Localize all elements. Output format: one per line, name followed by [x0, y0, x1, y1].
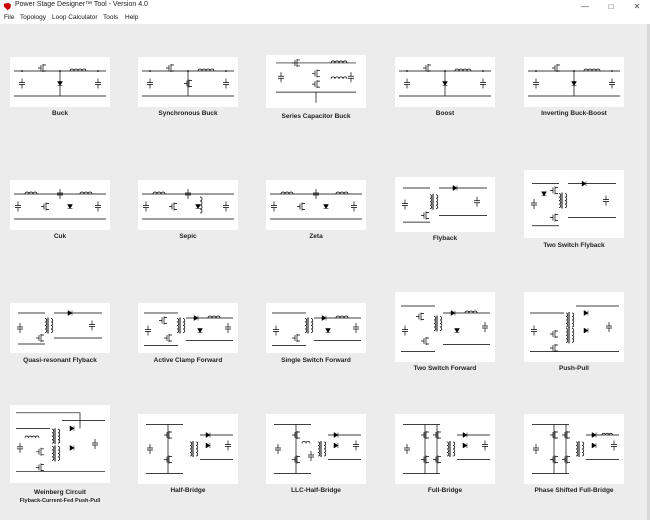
- topology-tile-two-switch-forward[interactable]: Two Switch Forward: [395, 292, 495, 372]
- topology-label[interactable]: Quasi-resonant Flyback: [0, 357, 130, 364]
- topology-label[interactable]: Zeta: [246, 233, 386, 240]
- topology-tile-active-clamp-forward[interactable]: Active Clamp Forward: [138, 303, 238, 364]
- topology-label[interactable]: Active Clamp Forward: [118, 357, 258, 364]
- topology-label[interactable]: Synchronous Buck: [118, 110, 258, 117]
- boost-circuit-icon[interactable]: [395, 57, 495, 107]
- minimize-button[interactable]: —: [572, 0, 598, 13]
- topology-label[interactable]: Flyback: [375, 235, 515, 242]
- topology-label[interactable]: Phase Shifted Full-Bridge: [504, 487, 644, 494]
- buck-circuit-icon[interactable]: [10, 57, 110, 107]
- two-switch-forward-circuit-icon[interactable]: [395, 292, 495, 362]
- topology-tile-single-switch-forward[interactable]: Single Switch Forward: [266, 303, 366, 364]
- topology-tile-full-bridge[interactable]: Full-Bridge: [395, 414, 495, 494]
- full-bridge-circuit-icon[interactable]: [395, 414, 495, 484]
- half-bridge-circuit-icon[interactable]: [138, 414, 238, 484]
- cuk-circuit-icon[interactable]: [10, 180, 110, 230]
- topology-label[interactable]: Sepic: [118, 233, 258, 240]
- phase-shifted-full-bridge-circuit-icon[interactable]: [524, 414, 624, 484]
- topology-tile-flyback[interactable]: Flyback: [395, 177, 495, 242]
- topology-label[interactable]: LLC-Half-Bridge: [246, 487, 386, 494]
- sepic-circuit-icon[interactable]: [138, 180, 238, 230]
- topology-tile-push-pull[interactable]: Push-Pull: [524, 292, 624, 372]
- topology-tile-llc-half-bridge[interactable]: LLC-Half-Bridge: [266, 414, 366, 494]
- topology-grid: Buck Synchronous Buck Series Capacitor Buc…: [0, 24, 650, 520]
- topology-tile-sepic[interactable]: Sepic: [138, 180, 238, 240]
- topology-label[interactable]: Series Capacitor Buck: [246, 113, 386, 120]
- topology-sublabel: Flyback-Current-Fed Push-Pull: [19, 498, 101, 504]
- inverting-buck-boost-circuit-icon[interactable]: [524, 57, 624, 107]
- zeta-circuit-icon[interactable]: [266, 180, 366, 230]
- quasi-resonant-flyback-circuit-icon[interactable]: [10, 303, 110, 353]
- push-pull-circuit-icon[interactable]: [524, 292, 624, 362]
- topology-tile-boost[interactable]: Boost: [395, 57, 495, 117]
- menu-tools[interactable]: Tools: [103, 14, 118, 21]
- two-switch-flyback-circuit-icon[interactable]: [524, 170, 624, 238]
- topology-tile-weinberg[interactable]: Weinberg Circuit Flyback-Current-Fed Push…: [10, 405, 110, 504]
- active-clamp-forward-circuit-icon[interactable]: [138, 303, 238, 353]
- flyback-circuit-icon[interactable]: [395, 177, 495, 232]
- topology-label[interactable]: Two Switch Flyback: [504, 242, 644, 249]
- topology-label[interactable]: Push-Pull: [504, 365, 644, 372]
- topology-label[interactable]: Buck: [0, 110, 130, 117]
- topology-tile-series-capacitor-buck[interactable]: Series Capacitor Buck: [266, 55, 366, 120]
- topology-label[interactable]: Weinberg Circuit: [0, 489, 130, 496]
- topology-tile-zeta[interactable]: Zeta: [266, 180, 366, 240]
- topology-tile-synchronous-buck[interactable]: Synchronous Buck: [138, 57, 238, 117]
- title-bar: Power Stage Designer™ Tool - Version 4.0…: [0, 0, 650, 14]
- topology-tile-cuk[interactable]: Cuk: [10, 180, 110, 240]
- menu-help[interactable]: Help: [125, 14, 138, 21]
- maximize-button[interactable]: □: [598, 0, 624, 13]
- topology-tile-buck[interactable]: Buck: [10, 57, 110, 117]
- window-title: Power Stage Designer™ Tool - Version 4.0: [15, 1, 148, 8]
- series-capacitor-buck-circuit-icon[interactable]: [266, 55, 366, 108]
- synchronous-buck-circuit-icon[interactable]: [138, 57, 238, 107]
- topology-tile-inverting-buck-boost[interactable]: Inverting Buck-Boost: [524, 57, 624, 117]
- topology-label[interactable]: Inverting Buck-Boost: [504, 110, 644, 117]
- topology-tile-two-switch-flyback[interactable]: Two Switch Flyback: [524, 170, 624, 249]
- menu-file[interactable]: File: [4, 14, 14, 21]
- topology-label[interactable]: Cuk: [0, 233, 130, 240]
- topology-tile-phase-shifted-full-bridge[interactable]: Phase Shifted Full-Bridge: [524, 414, 624, 494]
- topology-label[interactable]: Two Switch Forward: [375, 365, 515, 372]
- llc-half-bridge-circuit-icon[interactable]: [266, 414, 366, 484]
- topology-tile-quasi-resonant-flyback[interactable]: Quasi-resonant Flyback: [10, 303, 110, 364]
- weinberg-circuit-icon[interactable]: [10, 405, 110, 483]
- topology-label[interactable]: Single Switch Forward: [246, 357, 386, 364]
- menu-loop-calculator[interactable]: Loop Calculator: [52, 14, 98, 21]
- topology-tile-half-bridge[interactable]: Half-Bridge: [138, 414, 238, 494]
- menu-topology[interactable]: Topology: [20, 14, 46, 21]
- menu-bar: File Topology Loop Calculator Tools Help: [0, 13, 650, 24]
- single-switch-forward-circuit-icon[interactable]: [266, 303, 366, 353]
- ti-logo-icon: [3, 2, 12, 11]
- topology-label[interactable]: Half-Bridge: [118, 487, 258, 494]
- close-button[interactable]: ✕: [624, 0, 650, 13]
- topology-label[interactable]: Boost: [375, 110, 515, 117]
- topology-label[interactable]: Full-Bridge: [375, 487, 515, 494]
